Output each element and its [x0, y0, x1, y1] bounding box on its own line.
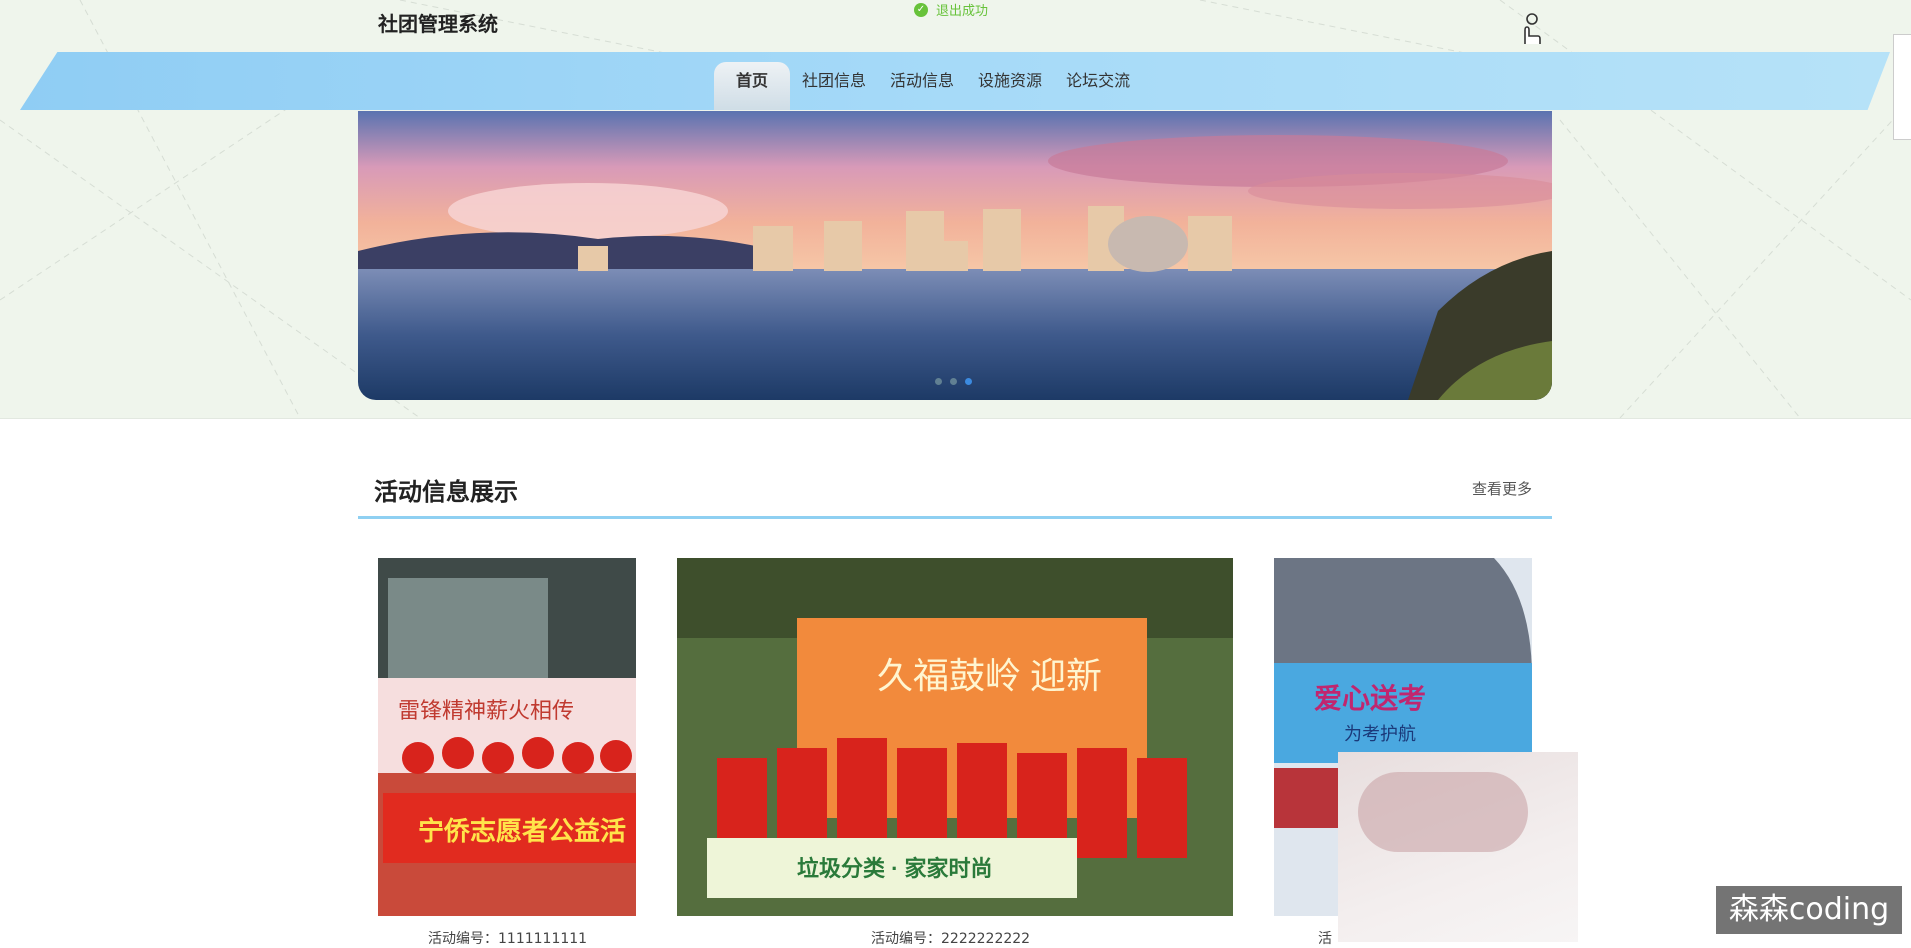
nav-item-facilities[interactable]: 设施资源 — [966, 62, 1054, 110]
carousel-dot-active[interactable] — [965, 378, 972, 385]
activity-caption-1: 活动编号：1111111111 — [428, 931, 588, 947]
activity-banner-text: 爱心送考 — [1314, 683, 1426, 714]
check-circle-icon: ✓ — [914, 2, 928, 17]
activity-card-2[interactable]: 久福鼓岭 迎新 垃圾分类 · 家家时尚 — [677, 558, 1233, 916]
activity-banner-text: 垃圾分类 · 家家时尚 — [797, 856, 993, 881]
activity-top-text: 久福鼓岭 迎新 — [877, 656, 1102, 696]
nav-item-activities[interactable]: 活动信息 — [878, 62, 966, 110]
activity-top-text: 为考护航 — [1344, 724, 1416, 744]
app-title: 社团管理系统 — [378, 12, 498, 36]
activity-caption-2: 活动编号：2222222222 — [871, 931, 1031, 947]
activity-top-text: 雷锋精神薪火相传 — [398, 698, 574, 723]
section-title: 活动信息展示 — [374, 478, 518, 506]
carousel-dot[interactable] — [935, 378, 942, 385]
toast-text: 退出成功 — [936, 4, 989, 19]
carousel-dot[interactable] — [950, 378, 957, 385]
activity-card-1[interactable]: 雷锋精神薪火相传 宁侨志愿者公益活 — [378, 558, 636, 916]
floating-video-overlay[interactable] — [1338, 752, 1578, 942]
nav-item-home[interactable]: 首页 — [714, 62, 791, 110]
carousel-dots[interactable] — [935, 378, 972, 385]
user-icon[interactable] — [1516, 12, 1544, 46]
nav-item-clubs[interactable]: 社团信息 — [790, 62, 878, 110]
banner-image — [358, 111, 1552, 400]
side-panel-edge[interactable] — [1893, 34, 1911, 140]
watermark: 森森coding — [1716, 886, 1902, 934]
banner-carousel[interactable] — [358, 111, 1552, 400]
activity-image: 久福鼓岭 迎新 垃圾分类 · 家家时尚 — [677, 558, 1233, 916]
activity-caption-3: 活 — [1318, 931, 1332, 947]
nav-item-forum[interactable]: 论坛交流 — [1054, 62, 1142, 110]
video-thumbnail-blur — [1358, 772, 1528, 852]
main-nav: 首页 社团信息 活动信息 设施资源 论坛交流 — [714, 62, 1142, 110]
view-more-link[interactable]: 查看更多 — [1472, 478, 1532, 499]
activity-banner-text: 宁侨志愿者公益活 — [418, 816, 626, 846]
success-toast: ✓ 退出成功 — [914, 0, 988, 19]
activity-image: 雷锋精神薪火相传 宁侨志愿者公益活 — [378, 558, 636, 916]
section-header: 活动信息展示 查看更多 — [358, 470, 1552, 519]
